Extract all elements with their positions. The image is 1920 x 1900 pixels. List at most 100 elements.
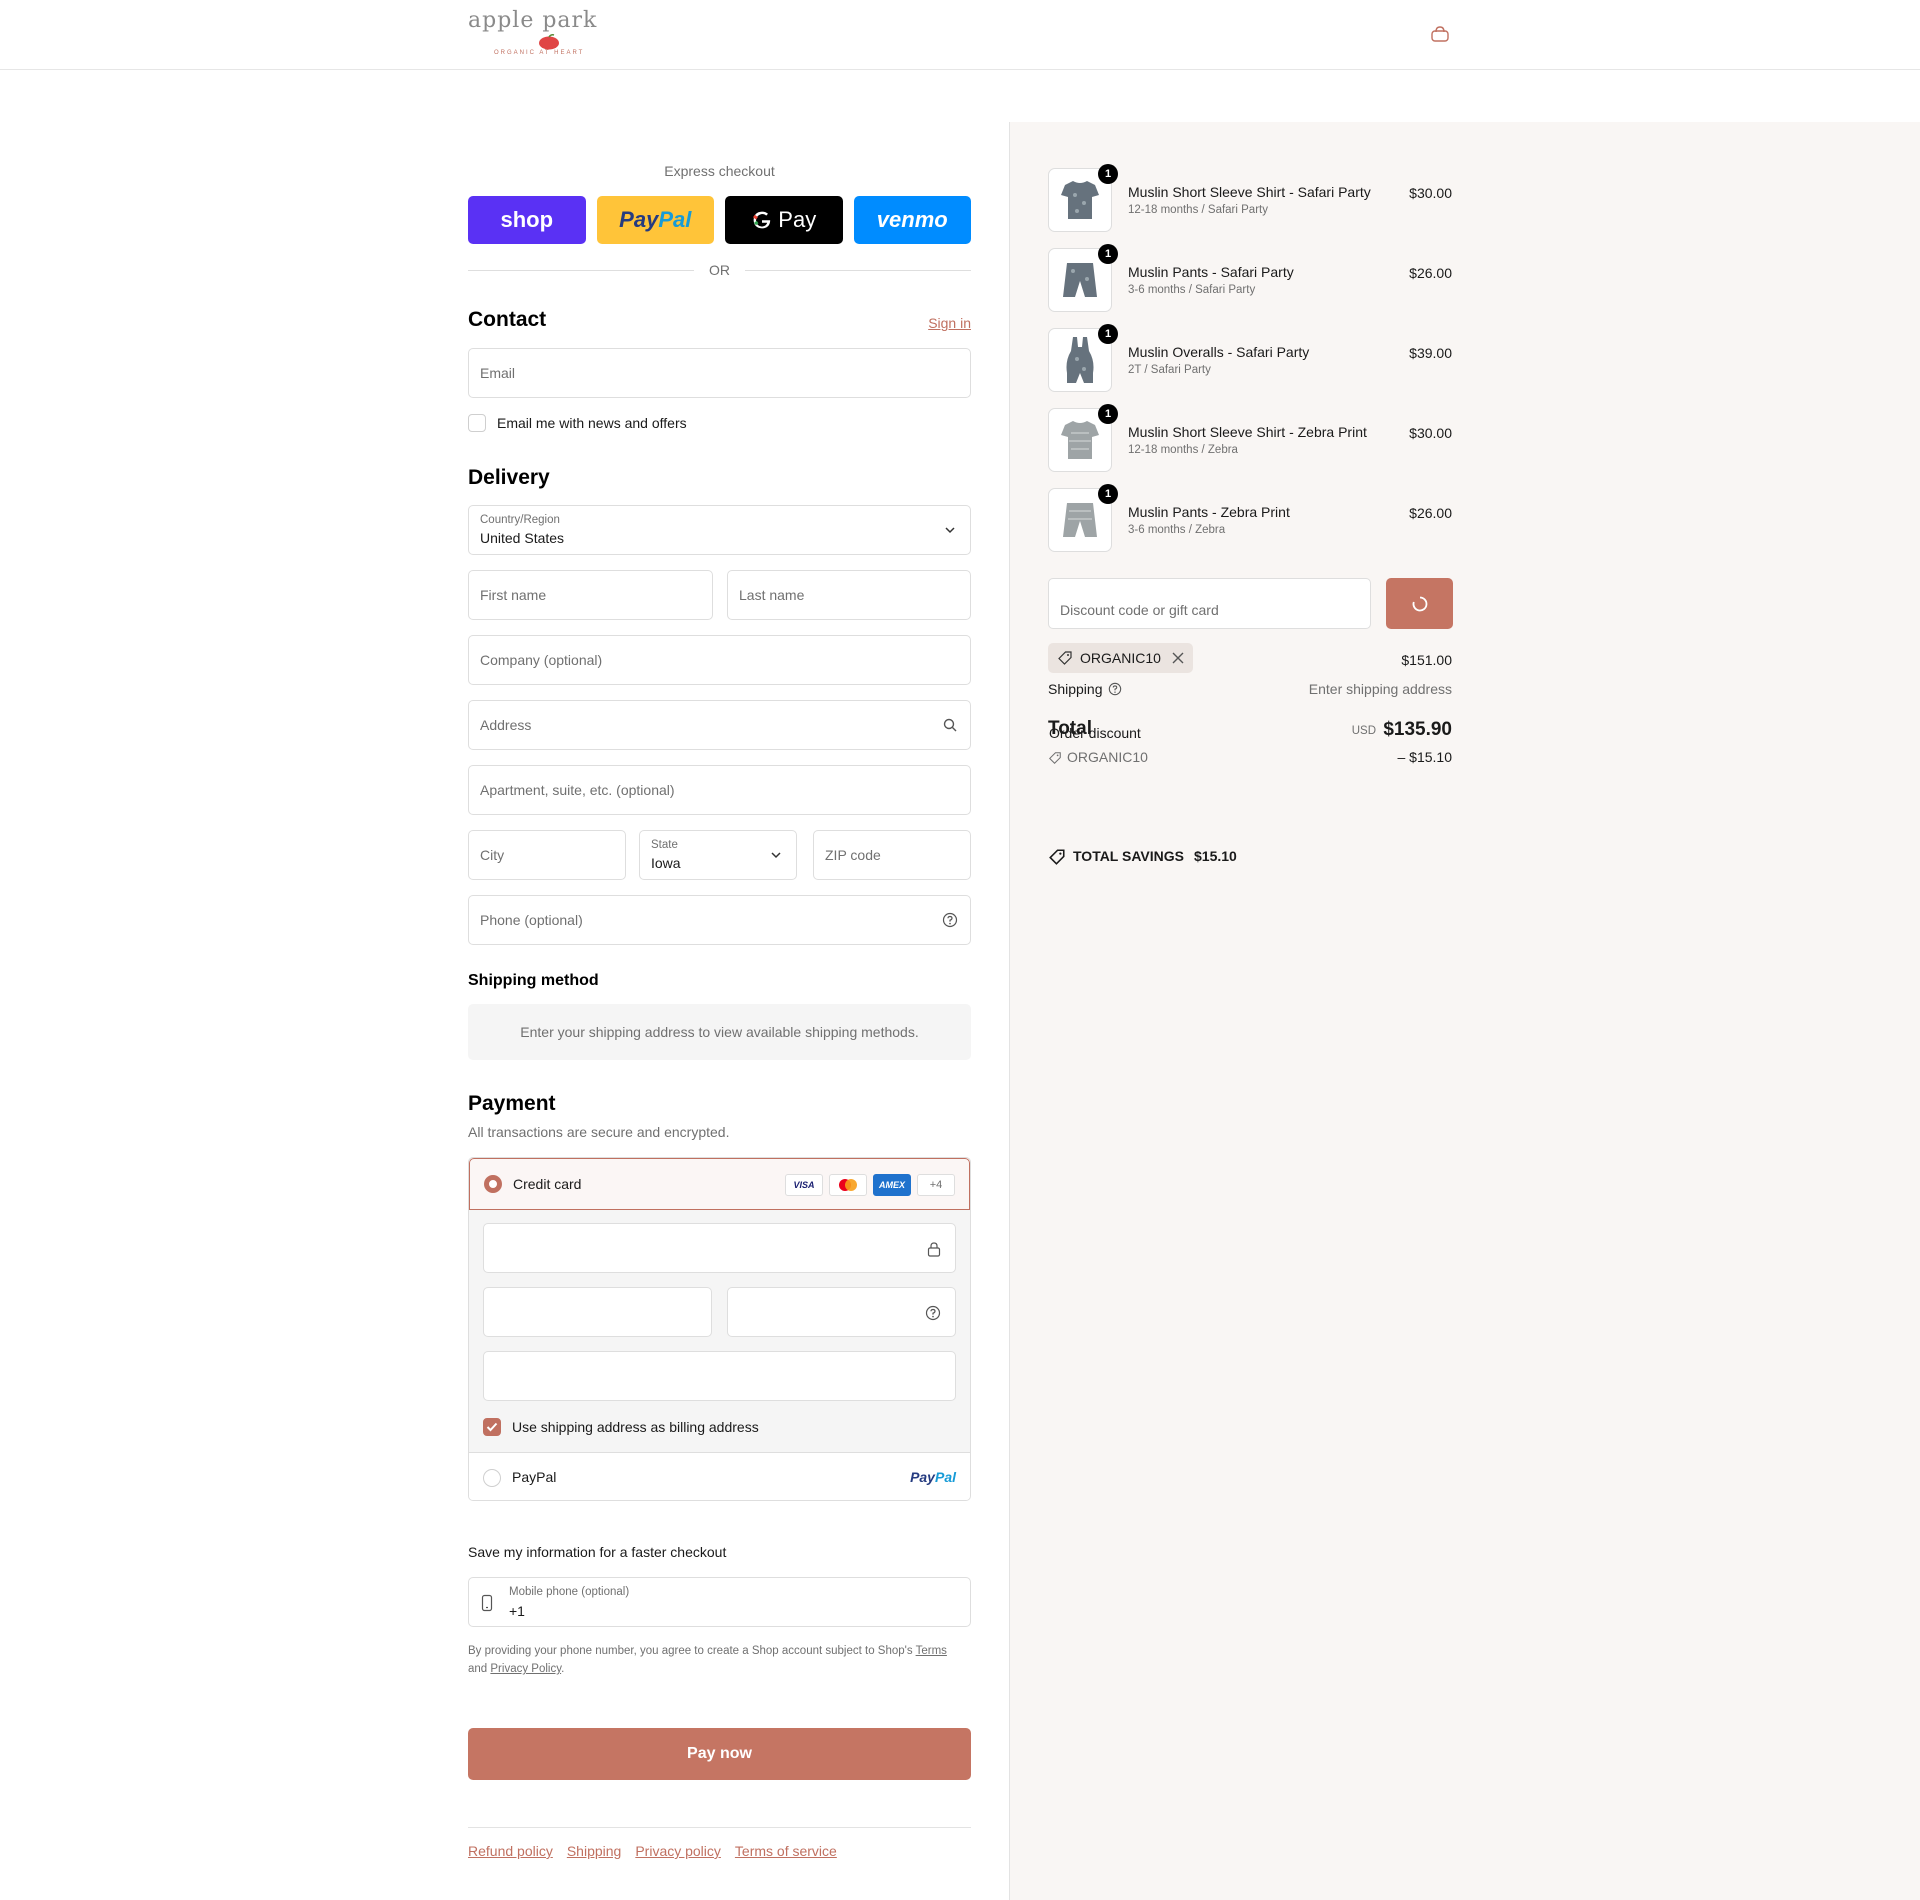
newsletter-checkbox[interactable]	[468, 414, 486, 432]
brand-tagline: ORGANIC AT HEART	[494, 50, 585, 56]
pay-now-button[interactable]: Pay now	[468, 1728, 971, 1780]
help-icon[interactable]	[1108, 682, 1122, 696]
google-g-icon	[753, 211, 771, 229]
line-item: 1 Muslin Overalls - Safari Party 2T / Sa…	[1048, 324, 1452, 394]
line-item: 1 Muslin Short Sleeve Shirt - Safari Par…	[1048, 164, 1452, 234]
currency-label: USD	[1351, 725, 1376, 737]
paypal-express-button[interactable]: Pay Pal	[596, 196, 714, 244]
shipping-method-notice: Enter your shipping address to view avai…	[468, 1004, 971, 1060]
quantity-badge: 1	[1098, 244, 1118, 264]
shop-terms-notice: By providing your phone number, you agre…	[468, 1645, 947, 1675]
state-select[interactable]: State Iowa	[639, 830, 797, 880]
terms-link[interactable]: Terms	[916, 1645, 947, 1657]
country-select[interactable]: Country/Region United States	[468, 505, 971, 555]
venmo-button[interactable]: venmo	[853, 196, 971, 244]
brand-name: apple park	[468, 8, 598, 33]
zip-field[interactable]: ZIP code	[813, 830, 971, 880]
check-icon	[486, 1422, 498, 1432]
bag-icon[interactable]	[1430, 26, 1450, 44]
footer-divider	[468, 1827, 971, 1828]
item-variant: 3-6 months / Zebra	[1128, 524, 1226, 536]
item-name: Muslin Short Sleeve Shirt - Zebra Print	[1128, 424, 1367, 440]
email-field[interactable]: Email	[468, 348, 971, 398]
line-item: 1 Muslin Pants - Safari Party 3-6 months…	[1048, 244, 1452, 314]
discount-code-input[interactable]: Discount code or gift card	[1048, 578, 1371, 629]
item-price: $30.00	[1409, 185, 1452, 201]
apple-icon	[539, 34, 559, 50]
discount-code-label: ORGANIC10	[1067, 749, 1148, 765]
remove-discount-icon[interactable]	[1171, 651, 1185, 665]
tag-icon	[1049, 752, 1061, 764]
express-checkout-title: Express checkout	[664, 163, 775, 179]
city-field[interactable]: City	[468, 830, 626, 880]
more-cards-badge: +4	[917, 1174, 955, 1196]
total-savings-value: $15.10	[1194, 848, 1237, 864]
terms-of-service-link[interactable]: Terms of service	[735, 1843, 837, 1859]
total-savings-label: TOTAL SAVINGS	[1073, 848, 1184, 864]
credit-card-option[interactable]: Credit card VISA AMEX +4	[469, 1158, 970, 1210]
brand-logo[interactable]: apple park ORGANIC AT HEART	[468, 8, 634, 62]
item-price: $26.00	[1409, 505, 1452, 521]
expiration-field[interactable]	[483, 1287, 712, 1337]
shipping-value: Enter shipping address	[1308, 681, 1452, 697]
item-price: $30.00	[1409, 425, 1452, 441]
shipping-policy-link[interactable]: Shipping	[567, 1843, 622, 1859]
save-info-heading: Save my information for a faster checkou…	[468, 1544, 727, 1560]
quantity-badge: 1	[1098, 404, 1118, 424]
apartment-field[interactable]: Apartment, suite, etc. (optional)	[468, 765, 971, 815]
item-variant: 12-18 months / Safari Party	[1128, 204, 1268, 216]
tag-icon	[1058, 651, 1072, 665]
paypal-option[interactable]: PayPal PayPal	[469, 1452, 970, 1500]
payment-subtitle: All transactions are secure and encrypte…	[468, 1124, 730, 1140]
search-icon	[943, 718, 957, 732]
item-price: $39.00	[1409, 345, 1452, 361]
line-item: 1 Muslin Short Sleeve Shirt - Zebra Prin…	[1048, 404, 1452, 474]
first-name-field[interactable]: First name	[468, 570, 713, 620]
item-variant: 12-18 months / Zebra	[1128, 444, 1238, 456]
footer-links: Refund policy Shipping Privacy policy Te…	[468, 1843, 837, 1859]
billing-address-label: Use shipping address as billing address	[512, 1419, 759, 1435]
payment-methods: Credit card VISA AMEX +4 Use shipping ad…	[468, 1157, 971, 1501]
credit-card-form: Use shipping address as billing address	[469, 1210, 970, 1452]
newsletter-label: Email me with news and offers	[497, 415, 687, 431]
discount-value: – $15.10	[1397, 749, 1453, 765]
name-on-card-field[interactable]	[483, 1351, 956, 1401]
spinner-icon	[1412, 596, 1428, 612]
express-checkout-buttons: shop Pay Pal Pay venmo	[468, 196, 971, 244]
help-icon[interactable]	[942, 912, 958, 928]
payment-heading: Payment	[468, 1092, 556, 1115]
credit-card-radio[interactable]	[484, 1175, 502, 1193]
phone-field[interactable]: Phone (optional)	[468, 895, 971, 945]
apply-discount-button[interactable]	[1386, 578, 1453, 629]
privacy-policy-link[interactable]: Privacy Policy	[490, 1663, 561, 1675]
sign-in-link[interactable]: Sign in	[928, 315, 971, 331]
google-pay-button[interactable]: Pay	[725, 196, 843, 244]
quantity-badge: 1	[1098, 484, 1118, 504]
paypal-radio[interactable]	[483, 1469, 501, 1487]
privacy-policy-footer-link[interactable]: Privacy policy	[635, 1843, 721, 1859]
quantity-badge: 1	[1098, 164, 1118, 184]
last-name-field[interactable]: Last name	[727, 570, 971, 620]
shop-pay-button[interactable]: shop	[468, 196, 586, 244]
amex-icon: AMEX	[873, 1174, 911, 1196]
item-name: Muslin Overalls - Safari Party	[1128, 344, 1310, 360]
applied-discount-chip: ORGANIC10	[1048, 643, 1193, 673]
order-discount-label: Order discount	[1049, 725, 1141, 741]
item-name: Muslin Pants - Safari Party	[1128, 264, 1294, 280]
lock-icon	[927, 1242, 941, 1257]
visa-icon: VISA	[785, 1174, 823, 1196]
address-field[interactable]: Address	[468, 700, 971, 750]
mobile-phone-field[interactable]: Mobile phone (optional) +1	[468, 1577, 971, 1627]
billing-address-checkbox[interactable]	[483, 1418, 501, 1436]
refund-policy-link[interactable]: Refund policy	[468, 1843, 553, 1859]
card-number-field[interactable]	[483, 1223, 956, 1273]
savings-tag-icon	[1049, 849, 1065, 865]
company-field[interactable]: Company (optional)	[468, 635, 971, 685]
item-variant: 2T / Safari Party	[1128, 364, 1211, 376]
security-code-field[interactable]	[727, 1287, 956, 1337]
help-icon[interactable]	[925, 1305, 941, 1321]
chevron-down-icon	[945, 527, 955, 534]
mastercard-icon	[829, 1174, 867, 1196]
item-price: $26.00	[1409, 265, 1452, 281]
phone-icon	[481, 1594, 493, 1612]
